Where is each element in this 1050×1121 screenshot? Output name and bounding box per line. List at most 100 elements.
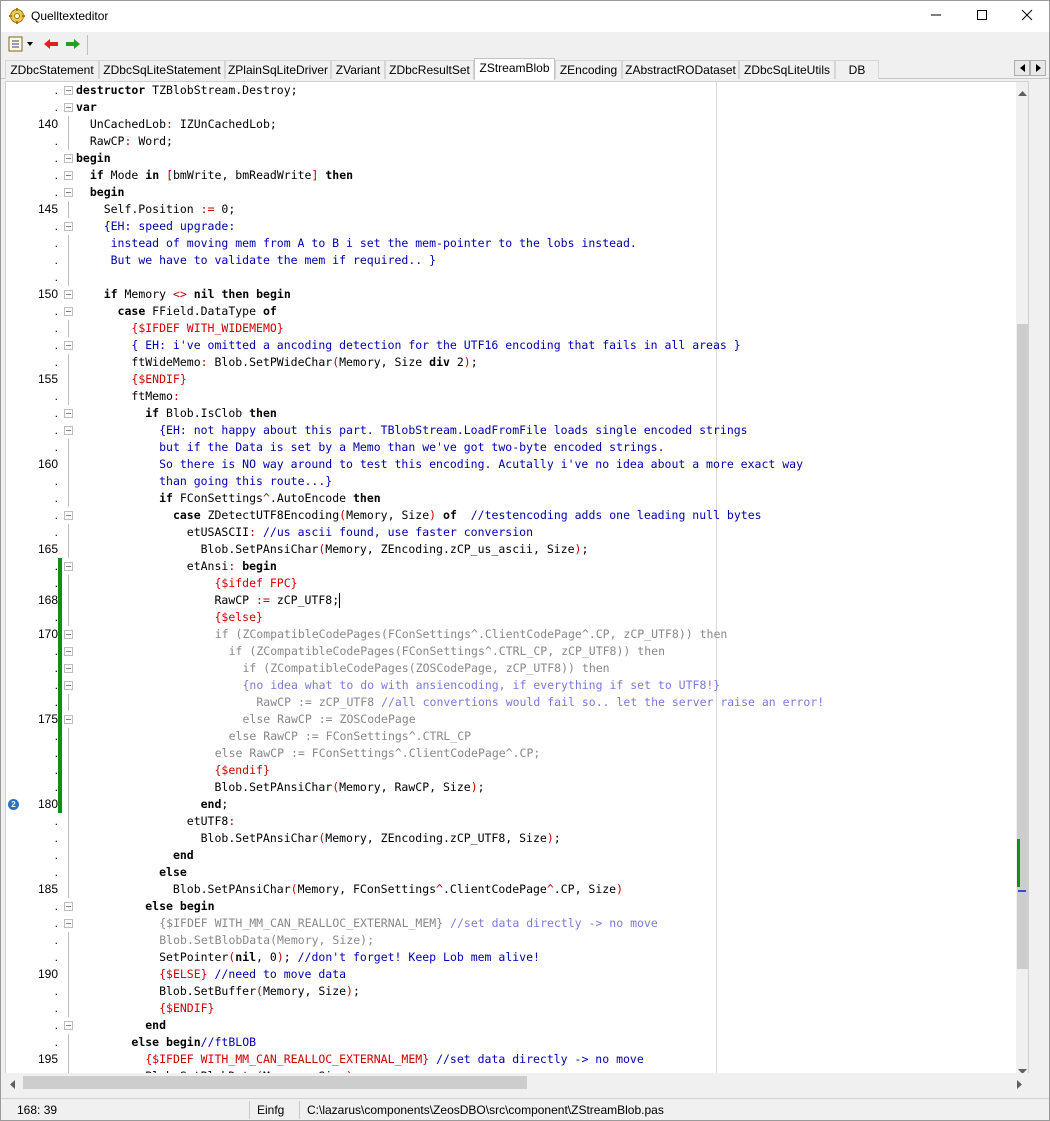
close-button[interactable] <box>1004 1 1050 32</box>
horizontal-scroll-thumb[interactable] <box>23 1076 527 1089</box>
back-button[interactable] <box>41 35 61 55</box>
code-line[interactable]: . end <box>6 1017 1016 1034</box>
code-text[interactable]: etUTF8: <box>76 813 236 830</box>
fold-toggle-icon[interactable] <box>64 711 73 728</box>
fold-toggle-icon[interactable] <box>64 99 73 116</box>
code-line[interactable]: . Blob.SetBuffer(Memory, Size); <box>6 983 1016 1000</box>
fold-toggle-icon[interactable] <box>64 167 73 184</box>
code-line[interactable]: . else RawCP := FConSettings^.ClientCode… <box>6 745 1016 762</box>
code-line[interactable]: . <box>6 269 1016 286</box>
code-line[interactable]: . Blob.SetBlobData(Memory, Size); <box>6 932 1016 949</box>
scroll-up-icon[interactable] <box>1018 85 1027 99</box>
code-text[interactable]: Blob.SetPAnsiChar(Memory, RawCP, Size); <box>76 779 484 796</box>
code-line[interactable]: 180 end; <box>6 796 1016 813</box>
code-text[interactable]: case ZDetectUTF8Encoding(Memory, Size) o… <box>76 507 762 524</box>
tab-zstreamblob[interactable]: ZStreamBlob <box>474 58 555 80</box>
code-text[interactable]: Blob.SetPAnsiChar(Memory, ZEncoding.zCP_… <box>76 541 589 558</box>
code-text[interactable]: if Mode in [bmWrite, bmReadWrite] then <box>76 167 353 184</box>
vertical-scrollbar[interactable] <box>1016 82 1028 1073</box>
code-text[interactable]: {EH: speed upgrade: <box>76 218 236 235</box>
code-text[interactable]: {$ifdef FPC} <box>76 575 297 592</box>
code-line[interactable]: . but if the Data is set by a Memo than … <box>6 439 1016 456</box>
fold-toggle-icon[interactable] <box>64 558 73 575</box>
code-line[interactable]: . end <box>6 847 1016 864</box>
code-line[interactable]: 160 So there is NO way around to test th… <box>6 456 1016 473</box>
fold-toggle-icon[interactable] <box>64 218 73 235</box>
code-text[interactable]: instead of moving mem from A to B i set … <box>76 235 637 252</box>
fold-toggle-icon[interactable] <box>64 677 73 694</box>
code-text[interactable]: {$ELSE} //need to move data <box>76 966 346 983</box>
code-text[interactable]: Blob.SetBuffer(Memory, Size); <box>76 983 360 1000</box>
code-line[interactable]: . etUSASCII: //us ascii found, use faste… <box>6 524 1016 541</box>
code-line[interactable]: 155 {$ENDIF} <box>6 371 1016 388</box>
code-line[interactable]: . if (ZCompatibleCodePages(FConSettings^… <box>6 643 1016 660</box>
code-line[interactable]: 175 else RawCP := ZOSCodePage <box>6 711 1016 728</box>
code-text[interactable]: UnCachedLob: IZUnCachedLob; <box>76 116 277 133</box>
fold-toggle-icon[interactable] <box>64 1017 73 1034</box>
code-line[interactable]: . if Mode in [bmWrite, bmReadWrite] then <box>6 167 1016 184</box>
tab-db[interactable]: DB <box>835 60 879 79</box>
code-line[interactable]: . if (ZCompatibleCodePages(ZOSCodePage, … <box>6 660 1016 677</box>
code-text[interactable]: if (ZCompatibleCodePages(FConSettings^.C… <box>76 626 728 643</box>
fold-toggle-icon[interactable] <box>64 507 73 524</box>
tab-zdbcresultset[interactable]: ZDbcResultSet <box>385 60 474 79</box>
code-text[interactable]: ftMemo: <box>76 388 180 405</box>
code-line[interactable]: . {$else} <box>6 609 1016 626</box>
code-line[interactable]: . SetPointer(nil, 0); //don't forget! Ke… <box>6 949 1016 966</box>
code-text[interactable]: {$else} <box>76 609 262 626</box>
fold-toggle-icon[interactable] <box>64 184 73 201</box>
code-text[interactable]: Self.Position := 0; <box>76 201 236 218</box>
code-line[interactable]: . else RawCP := FConSettings^.CTRL_CP <box>6 728 1016 745</box>
code-text[interactable]: {no idea what to do with ansiencoding, i… <box>76 677 721 694</box>
code-line[interactable]: . {EH: speed upgrade: <box>6 218 1016 235</box>
code-text[interactable]: {EH: not happy about this part. TBlobStr… <box>76 422 748 439</box>
code-line[interactable]: . But we have to validate the mem if req… <box>6 252 1016 269</box>
code-line[interactable]: . case ZDetectUTF8Encoding(Memory, Size)… <box>6 507 1016 524</box>
code-line[interactable]: 150 if Memory <> nil then begin <box>6 286 1016 303</box>
tab-scroll-left-button[interactable] <box>1014 60 1030 76</box>
code-line[interactable]: . {$endif} <box>6 762 1016 779</box>
code-line[interactable]: 165 Blob.SetPAnsiChar(Memory, ZEncoding.… <box>6 541 1016 558</box>
fold-toggle-icon[interactable] <box>64 643 73 660</box>
code-line[interactable]: 190 {$ELSE} //need to move data <box>6 966 1016 983</box>
code-line[interactable]: . {$ENDIF} <box>6 1000 1016 1017</box>
code-line[interactable]: . if Blob.IsClob then <box>6 405 1016 422</box>
fold-toggle-icon[interactable] <box>64 626 73 643</box>
code-text[interactable]: end <box>76 1017 166 1034</box>
horizontal-scrollbar[interactable] <box>5 1073 1029 1093</box>
tab-zencoding[interactable]: ZEncoding <box>555 60 622 79</box>
code-line[interactable]: . else begin <box>6 898 1016 915</box>
code-text[interactable]: var <box>76 99 97 116</box>
maximize-button[interactable] <box>959 1 1005 32</box>
code-text[interactable]: else RawCP := FConSettings^.CTRL_CP <box>76 728 471 745</box>
code-text[interactable]: else <box>76 864 187 881</box>
code-text[interactable]: begin <box>76 184 125 201</box>
forward-button[interactable] <box>63 35 83 55</box>
code-line[interactable]: . {$IFDEF WITH_MM_CAN_REALLOC_EXTERNAL_M… <box>6 915 1016 932</box>
code-line[interactable]: . else <box>6 864 1016 881</box>
code-line[interactable]: . begin <box>6 184 1016 201</box>
fold-toggle-icon[interactable] <box>64 915 73 932</box>
code-text[interactable]: if Blob.IsClob then <box>76 405 277 422</box>
code-line[interactable]: . ftMemo: <box>6 388 1016 405</box>
tab-scroll-right-button[interactable] <box>1030 60 1046 76</box>
code-line[interactable]: 168 RawCP := zCP_UTF8; <box>6 592 1016 609</box>
code-line[interactable]: . { EH: i've omitted a ancoding detectio… <box>6 337 1016 354</box>
code-text[interactable]: if Memory <> nil then begin <box>76 286 291 303</box>
title-bar[interactable]: Quelltexteditor <box>1 1 1049 32</box>
code-line[interactable]: . RawCP: Word; <box>6 133 1016 150</box>
code-text[interactable]: {$IFDEF WITH_MM_CAN_REALLOC_EXTERNAL_MEM… <box>76 915 658 932</box>
code-text[interactable]: {$ENDIF} <box>76 371 186 388</box>
fold-toggle-icon[interactable] <box>64 337 73 354</box>
bookmark-icon[interactable]: 2 <box>8 799 19 810</box>
code-text[interactable]: Blob.SetBlobData(Memory, Size); <box>76 932 374 949</box>
code-line[interactable]: . ftWideMemo: Blob.SetPWideChar(Memory, … <box>6 354 1016 371</box>
code-text[interactable]: case FField.DataType of <box>76 303 277 320</box>
code-text[interactable]: RawCP := zCP_UTF8 //all convertions woul… <box>76 694 824 711</box>
code-text[interactable]: { EH: i've omitted a ancoding detection … <box>76 337 740 354</box>
source-editor[interactable]: . destructor TZBlobStream.Destroy;. var 140… <box>5 81 1029 1074</box>
code-text[interactable]: end <box>76 847 194 864</box>
code-line[interactable]: . {$IFDEF WITH_WIDEMEMO} <box>6 320 1016 337</box>
code-text[interactable]: {$endif} <box>76 762 269 779</box>
scroll-right-icon[interactable] <box>1017 1078 1023 1092</box>
